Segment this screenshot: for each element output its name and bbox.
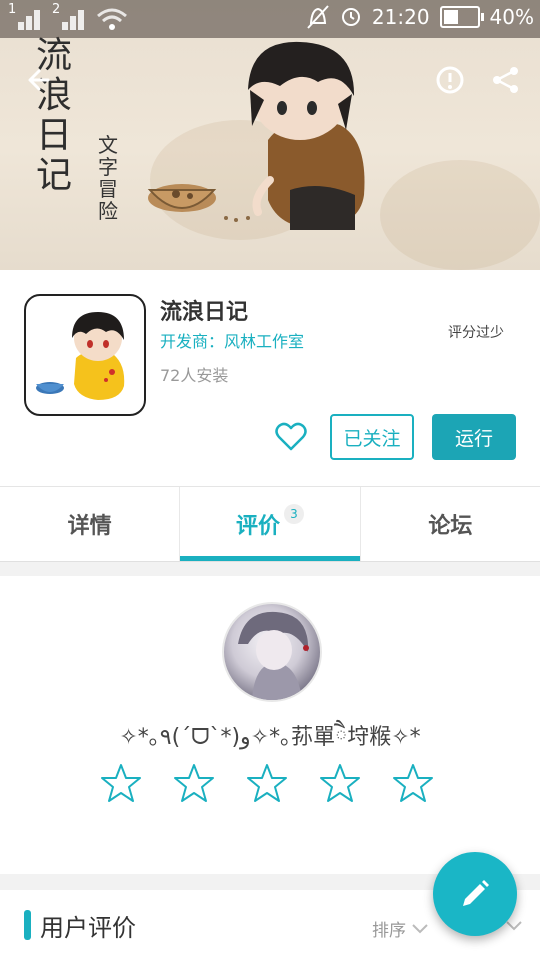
star-outline-icon[interactable] [392, 762, 434, 804]
signal-group: 1 2 [8, 2, 128, 32]
banner-subtitle: 文字冒险 [98, 133, 118, 223]
signal-sim1-icon: 1 [8, 2, 42, 32]
edit-pencil-icon [463, 880, 489, 906]
back-arrow-icon [28, 69, 50, 91]
chevron-down-icon [412, 923, 428, 933]
tab-label: 详情 [67, 514, 112, 539]
star-rating[interactable] [100, 762, 434, 804]
alarm-icon [341, 8, 360, 26]
report-icon [436, 66, 464, 94]
section-accent-bar [24, 910, 31, 940]
avatar[interactable] [222, 602, 322, 702]
battery-icon [439, 6, 484, 28]
app-icon [24, 294, 146, 416]
sort-label: 排序 [372, 921, 406, 941]
status-bar: 1 2 21:20 40% [0, 0, 540, 38]
tab-label: 论坛 [428, 514, 473, 539]
follow-button[interactable]: 已关注 [330, 414, 414, 460]
tab-details[interactable]: 详情 [0, 487, 181, 561]
clock: 21:20 [371, 5, 430, 29]
mute-bell-icon [307, 5, 329, 29]
battery-percent: 40% [489, 5, 534, 29]
banner-illustration [147, 41, 365, 230]
star-outline-icon[interactable] [100, 762, 142, 804]
app-name: 流浪日记 [160, 300, 249, 325]
share-icon [493, 67, 518, 93]
section-title: 用户评价 [40, 914, 136, 942]
status-right: 21:20 40% [306, 4, 534, 30]
banner-texture [380, 160, 540, 270]
write-review-fab[interactable] [433, 852, 517, 936]
rating-note: 评分过少 [448, 325, 504, 341]
app-icon-illustration [36, 312, 125, 400]
back-button[interactable] [20, 60, 60, 100]
report-button[interactable] [430, 60, 470, 100]
review-count-badge: 3 [284, 504, 304, 524]
wifi-icon [97, 8, 127, 30]
run-button[interactable]: 运行 [432, 414, 516, 460]
app-banner: 流浪日记 文字冒险 1 2 21:20 40% [0, 0, 540, 270]
star-outline-icon[interactable] [246, 762, 288, 804]
favorite-heart-icon[interactable] [274, 420, 308, 454]
tab-reviews[interactable]: 评价 3 [180, 487, 361, 561]
tab-forum[interactable]: 论坛 [361, 487, 540, 561]
tab-bar: 详情 评价 3 论坛 [0, 486, 540, 562]
signal-sim2-icon: 2 [52, 2, 86, 32]
install-count: 72人安装 [160, 366, 229, 385]
star-outline-icon[interactable] [319, 762, 361, 804]
developer-link[interactable]: 开发商：风林工作室 [160, 328, 304, 352]
star-outline-icon[interactable] [173, 762, 215, 804]
app-info-card: 流浪日记 开发商：风林工作室 72人安装 评分过少 已关注 运行 [0, 270, 540, 486]
chevron-down-icon [506, 921, 522, 931]
my-review-card: ✧*｡٩(ˊᗜˋ*)و✧*｡荪單ཻ垨糇✧* [0, 576, 540, 874]
share-button[interactable] [486, 60, 526, 100]
avatar-illustration [238, 611, 309, 700]
tab-label: 评价 [235, 514, 280, 539]
sort-dropdown[interactable]: 排序 [372, 916, 428, 941]
